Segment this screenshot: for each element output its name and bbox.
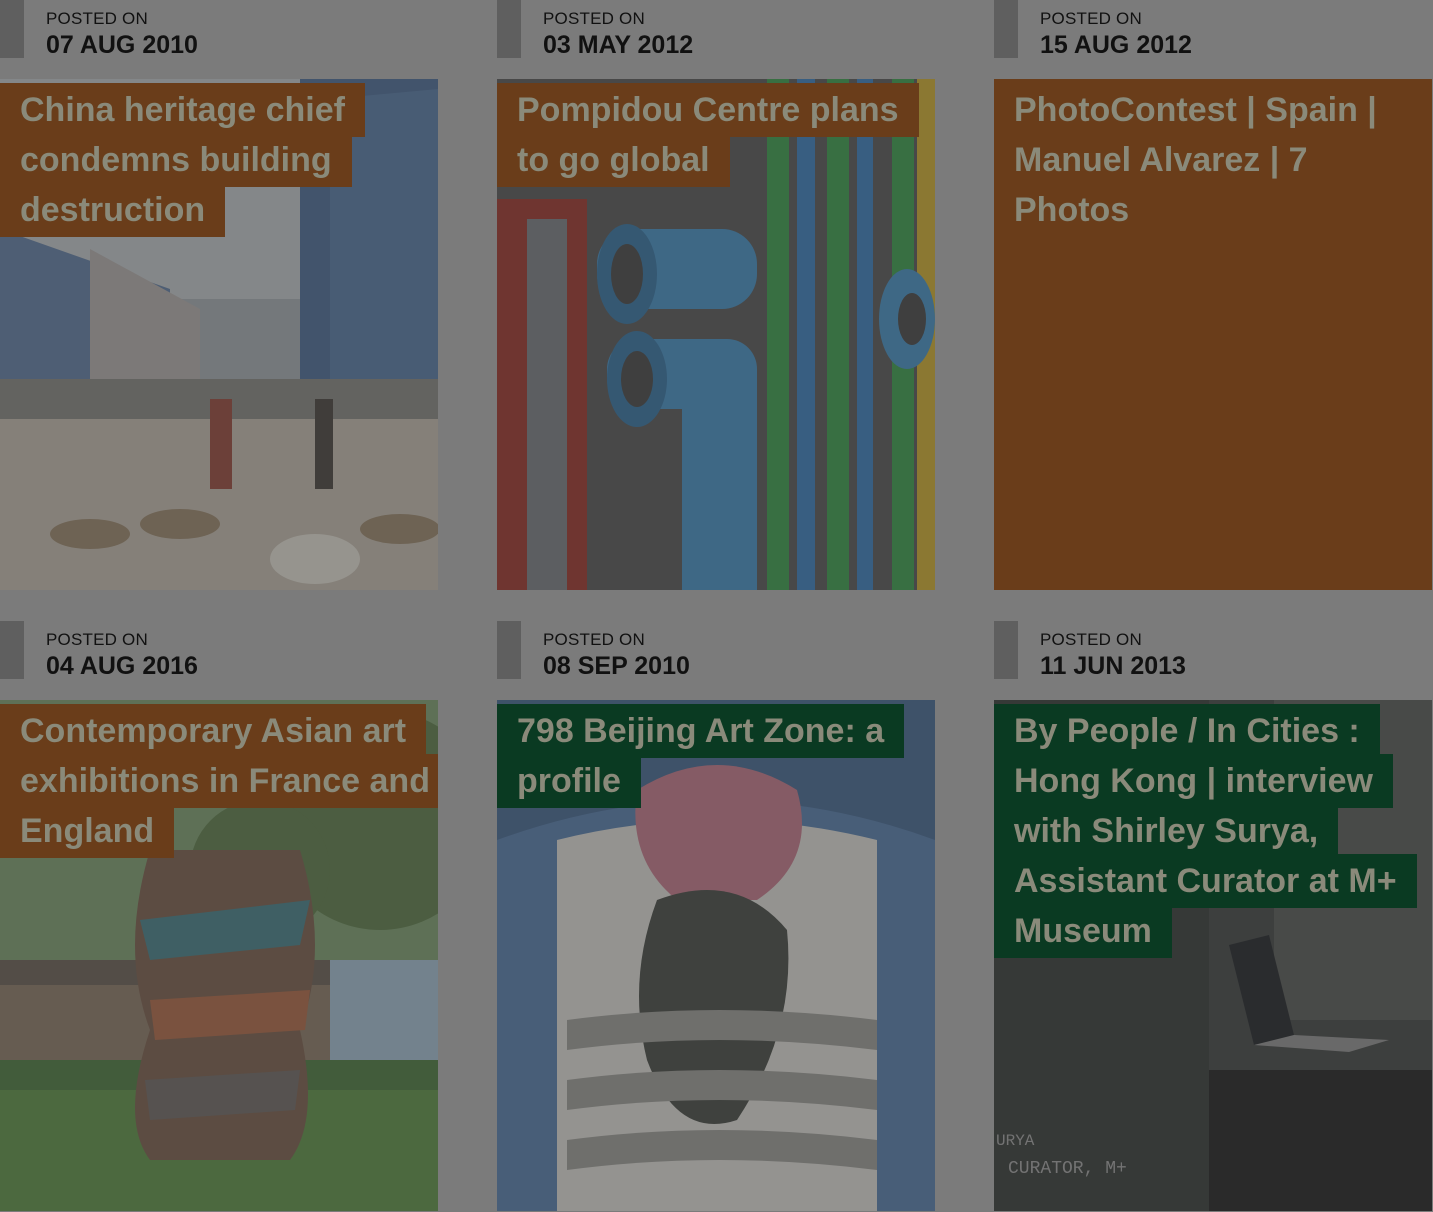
post-image[interactable]: Pompidou Centre plans to go global — [497, 79, 935, 590]
post-date: 15 AUG 2012 — [1040, 31, 1192, 59]
meta-accent-bar — [994, 621, 1018, 679]
post-date: 08 SEP 2010 — [543, 652, 690, 680]
post-title-text[interactable]: Pompidou Centre plans to go global — [497, 83, 919, 187]
post-title[interactable]: Pompidou Centre plans to go global — [497, 83, 935, 187]
post-title-text[interactable]: PhotoContest | Spain | Manuel Alvarez | … — [994, 83, 1397, 237]
post-card[interactable]: POSTED ON 04 AUG 2016 Contemporary Asian… — [0, 621, 438, 1211]
post-date: 04 AUG 2016 — [46, 652, 198, 680]
meta-accent-bar — [0, 0, 24, 58]
meta-accent-bar — [994, 0, 1018, 58]
post-image[interactable]: China heritage chief condemns building d… — [0, 79, 438, 590]
post-meta: POSTED ON 03 MAY 2012 — [497, 0, 935, 79]
post-meta: POSTED ON 07 AUG 2010 — [0, 0, 438, 79]
post-meta: POSTED ON 15 AUG 2012 — [994, 0, 1432, 79]
post-title-text[interactable]: Contemporary Asian art exhibitions in Fr… — [0, 704, 438, 858]
post-date: 03 MAY 2012 — [543, 31, 694, 59]
posted-on-label: POSTED ON — [1040, 630, 1142, 649]
post-image[interactable]: URYA CURATOR, M+ By People / In Cities :… — [994, 700, 1432, 1211]
meta-accent-bar — [0, 621, 24, 679]
posted-on-label: POSTED ON — [1040, 9, 1142, 28]
post-card[interactable]: POSTED ON 08 SEP 2010 798 Beijing Art Zo… — [497, 621, 935, 1211]
post-card[interactable]: POSTED ON 11 JUN 2013 URYA CURATOR, M+ B… — [994, 621, 1432, 1211]
posted-on-label: POSTED ON — [543, 9, 645, 28]
post-card[interactable]: POSTED ON 15 AUG 2012 PhotoContest | Spa… — [994, 0, 1432, 590]
post-title-text[interactable]: By People / In Cities : Hong Kong | inte… — [994, 704, 1417, 958]
post-title[interactable]: 798 Beijing Art Zone: a profile — [497, 704, 935, 808]
post-card[interactable]: POSTED ON 07 AUG 2010 China heritage chi… — [0, 0, 438, 590]
post-meta: POSTED ON 04 AUG 2016 — [0, 621, 438, 700]
post-title-text[interactable]: China heritage chief condemns building d… — [0, 83, 365, 237]
post-meta: POSTED ON 11 JUN 2013 — [994, 621, 1432, 700]
post-title[interactable]: PhotoContest | Spain | Manuel Alvarez | … — [994, 85, 1432, 235]
post-date: 11 JUN 2013 — [1040, 652, 1186, 680]
posted-on-label: POSTED ON — [543, 630, 645, 649]
post-image[interactable]: Contemporary Asian art exhibitions in Fr… — [0, 700, 438, 1211]
post-title[interactable]: Contemporary Asian art exhibitions in Fr… — [0, 704, 438, 858]
post-meta: POSTED ON 08 SEP 2010 — [497, 621, 935, 700]
posted-on-label: POSTED ON — [46, 9, 148, 28]
post-card[interactable]: POSTED ON 03 MAY 2012 Pompidou Centre pl… — [497, 0, 935, 590]
post-image[interactable]: 798 Beijing Art Zone: a profile — [497, 700, 935, 1211]
meta-accent-bar — [497, 621, 521, 679]
post-grid: POSTED ON 07 AUG 2010 China heritage chi… — [0, 0, 1433, 1212]
post-title[interactable]: China heritage chief condemns building d… — [0, 83, 438, 237]
posted-on-label: POSTED ON — [46, 630, 148, 649]
post-title[interactable]: By People / In Cities : Hong Kong | inte… — [994, 704, 1432, 958]
meta-accent-bar — [497, 0, 521, 58]
post-title-text[interactable]: 798 Beijing Art Zone: a profile — [497, 704, 905, 808]
post-image-placeholder[interactable]: PhotoContest | Spain | Manuel Alvarez | … — [994, 79, 1432, 590]
post-date: 07 AUG 2010 — [46, 31, 198, 59]
